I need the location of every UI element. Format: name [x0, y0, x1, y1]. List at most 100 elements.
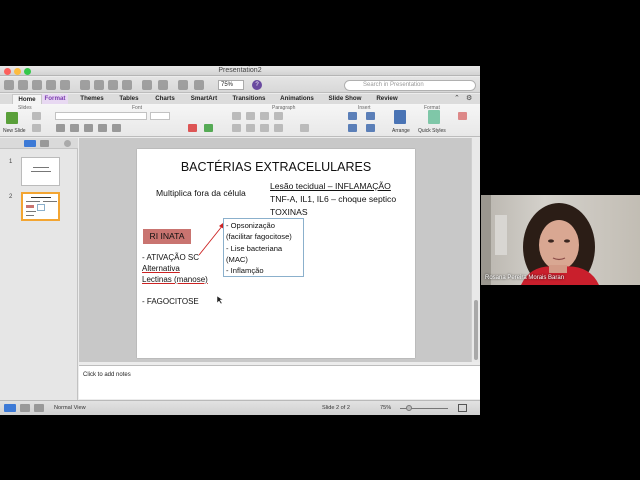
tab-charts[interactable]: Charts — [150, 94, 180, 104]
tab-themes[interactable]: Themes — [76, 94, 108, 104]
print-icon[interactable] — [60, 80, 70, 90]
bullet-lectinas[interactable]: Lectinas (manose) — [142, 274, 208, 286]
layout-icon[interactable] — [32, 112, 41, 120]
bold-icon[interactable] — [56, 124, 65, 132]
thumbnail-number: 2 — [9, 194, 13, 200]
justify-icon[interactable] — [274, 124, 283, 132]
ri-inata-box[interactable]: RI INATA — [143, 229, 191, 244]
ribbon-group-slides: Slides — [18, 105, 32, 111]
left-heading[interactable]: Multiplica fora da célula — [156, 187, 246, 199]
outdent-icon[interactable] — [260, 112, 269, 120]
scroll-thumb[interactable] — [474, 300, 478, 360]
callout-line: (facilitar fagocitose) — [226, 232, 292, 242]
font-size-field[interactable] — [150, 112, 170, 120]
slide[interactable]: BACTÉRIAS EXTRACELULARES Multiplica fora… — [137, 149, 415, 358]
align-right-icon[interactable] — [260, 124, 269, 132]
media-insert-icon[interactable] — [366, 124, 375, 132]
tab-format[interactable]: Format — [42, 94, 68, 104]
tab-review[interactable]: Review — [372, 94, 402, 104]
save-icon[interactable] — [46, 80, 56, 90]
highlight-icon[interactable] — [204, 124, 213, 132]
shadow-icon[interactable] — [112, 124, 121, 132]
slide-title[interactable]: BACTÉRIAS EXTRACELULARES — [137, 160, 415, 174]
arrange-icon[interactable] — [394, 110, 406, 124]
quick-styles-button[interactable]: Quick Styles — [418, 128, 446, 134]
shape-icon[interactable] — [348, 124, 357, 132]
format-options-icon[interactable] — [458, 112, 467, 120]
outline-view-icon[interactable] — [40, 140, 49, 147]
tab-smartart[interactable]: SmartArt — [186, 94, 222, 104]
thumbnail-text — [26, 211, 36, 212]
zoom-slider-knob[interactable] — [406, 405, 412, 411]
close-pane-icon[interactable] — [64, 140, 71, 147]
new-slide-icon[interactable] — [6, 112, 18, 124]
slide-thumbnail-1[interactable] — [21, 157, 60, 186]
ribbon: Slides Font Paragraph Insert Format New … — [0, 104, 480, 137]
ribbon-group-paragraph: Paragraph — [272, 105, 296, 111]
ribbon-settings-icon[interactable]: ⚙ — [466, 94, 472, 104]
open-icon[interactable] — [32, 80, 42, 90]
slides-view-icon[interactable] — [24, 140, 36, 147]
tab-slide-show[interactable]: Slide Show — [324, 94, 366, 104]
align-left-icon[interactable] — [232, 124, 241, 132]
callout-box[interactable]: - Opsonização (facilitar fagocitose) - L… — [223, 218, 304, 277]
strikethrough-icon[interactable] — [98, 124, 107, 132]
indent-icon[interactable] — [274, 112, 283, 120]
font-name-field[interactable] — [55, 112, 147, 120]
slide-thumbnail-2[interactable] — [21, 192, 60, 221]
columns-icon[interactable] — [300, 124, 309, 132]
normal-view-icon[interactable] — [4, 404, 16, 412]
zoom-select[interactable]: 75% — [218, 80, 244, 90]
quick-styles-icon[interactable] — [428, 110, 440, 124]
slide-show-icon[interactable] — [34, 404, 44, 412]
thumbnail-view-switcher — [0, 138, 78, 149]
cut-icon[interactable] — [80, 80, 90, 90]
callout-line: - Inflamção — [226, 266, 264, 276]
right-line-3[interactable]: TOXINAS — [270, 206, 308, 218]
numbering-icon[interactable] — [246, 112, 255, 120]
tab-home[interactable]: Home — [12, 94, 42, 104]
arrange-button[interactable]: Arrange — [392, 128, 410, 134]
media-icon[interactable] — [194, 80, 204, 90]
right-line-1[interactable]: Lesão tecidual – INFLAMAÇÃO — [270, 180, 391, 192]
align-center-icon[interactable] — [246, 124, 255, 132]
new-slide-button[interactable]: New Slide — [3, 128, 26, 134]
slide-counter: Slide 2 of 2 — [322, 405, 350, 411]
format-painter-icon[interactable] — [122, 80, 132, 90]
thumbnail-text — [43, 201, 57, 202]
bullet-fagocitose[interactable]: - FAGOCITOSE — [142, 296, 199, 308]
new-icon[interactable] — [4, 80, 14, 90]
search-input[interactable]: Search in Presentation — [344, 80, 476, 91]
vertical-scrollbar[interactable] — [471, 138, 480, 362]
thumbnail-text — [31, 197, 51, 198]
slide-sorter-icon[interactable] — [20, 404, 30, 412]
gallery-icon[interactable] — [18, 80, 28, 90]
text-box-icon[interactable] — [348, 112, 357, 120]
slide-canvas: BACTÉRIAS EXTRACELULARES Multiplica fora… — [79, 138, 471, 362]
italic-icon[interactable] — [70, 124, 79, 132]
participant-name: Rosana Pereira Morais Baran — [485, 275, 565, 281]
underline-icon[interactable] — [84, 124, 93, 132]
title-bar: Presentation2 — [0, 66, 480, 76]
section-icon[interactable] — [32, 124, 41, 132]
bullets-icon[interactable] — [232, 112, 241, 120]
zoom-percent: 75% — [380, 405, 392, 411]
help-icon[interactable]: ? — [252, 80, 262, 90]
picture-icon[interactable] — [366, 112, 375, 120]
undo-icon[interactable] — [142, 80, 152, 90]
collapse-ribbon-icon[interactable]: ⌃ — [454, 94, 460, 104]
paste-icon[interactable] — [108, 80, 118, 90]
notes-placeholder[interactable]: Click to add notes — [83, 372, 131, 378]
font-color-icon[interactable] — [188, 124, 197, 132]
shapes-icon[interactable] — [178, 80, 188, 90]
copy-icon[interactable] — [94, 80, 104, 90]
tab-transitions[interactable]: Transitions — [228, 94, 270, 104]
redo-icon[interactable] — [158, 80, 168, 90]
tab-tables[interactable]: Tables — [114, 94, 144, 104]
tab-animations[interactable]: Animations — [276, 94, 318, 104]
fit-to-window-icon[interactable] — [458, 404, 467, 412]
notes-pane[interactable]: Click to add notes — [79, 365, 480, 399]
right-line-2[interactable]: TNF-A, IL1, IL6 – choque septico — [270, 193, 396, 205]
slide-thumbnails-panel: 1 2 — [0, 138, 78, 400]
callout-line: - Opsonização — [226, 221, 275, 230]
